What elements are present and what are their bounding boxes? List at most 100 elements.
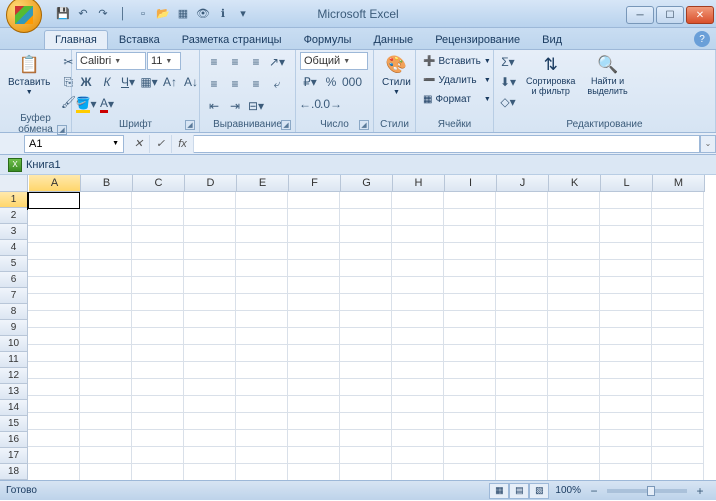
cell[interactable] xyxy=(80,396,132,413)
cell[interactable] xyxy=(600,243,652,260)
cell[interactable] xyxy=(444,379,496,396)
cell[interactable] xyxy=(184,413,236,430)
cell[interactable] xyxy=(184,260,236,277)
cell[interactable] xyxy=(236,396,288,413)
cell[interactable] xyxy=(80,430,132,447)
cell[interactable] xyxy=(496,294,548,311)
cell[interactable] xyxy=(600,277,652,294)
cell[interactable] xyxy=(392,362,444,379)
cell[interactable] xyxy=(288,396,340,413)
cell[interactable] xyxy=(652,209,704,226)
column-header[interactable]: L xyxy=(601,175,653,192)
cell[interactable] xyxy=(184,294,236,311)
cell[interactable] xyxy=(80,260,132,277)
cell[interactable] xyxy=(236,226,288,243)
cell[interactable] xyxy=(184,277,236,294)
cell[interactable] xyxy=(340,430,392,447)
cell[interactable] xyxy=(288,209,340,226)
cell[interactable] xyxy=(288,447,340,464)
cell[interactable] xyxy=(28,277,80,294)
cell[interactable] xyxy=(548,260,600,277)
open-icon[interactable]: 📂 xyxy=(154,5,172,23)
cell[interactable] xyxy=(444,345,496,362)
number-dialog-launcher[interactable]: ◢ xyxy=(359,120,369,130)
cell[interactable] xyxy=(184,345,236,362)
clear-icon[interactable]: ◇▾ xyxy=(498,92,518,112)
cell[interactable] xyxy=(80,328,132,345)
cell[interactable] xyxy=(600,447,652,464)
comma-icon[interactable]: 000 xyxy=(342,72,362,92)
cell[interactable] xyxy=(600,311,652,328)
cell[interactable] xyxy=(340,260,392,277)
cell[interactable] xyxy=(340,345,392,362)
zoom-level[interactable]: 100% xyxy=(555,485,581,496)
cell[interactable] xyxy=(132,345,184,362)
alignment-dialog-launcher[interactable]: ◢ xyxy=(281,120,291,130)
cell[interactable] xyxy=(652,345,704,362)
cell[interactable] xyxy=(28,447,80,464)
row-header[interactable]: 10 xyxy=(0,336,28,352)
cell[interactable] xyxy=(548,192,600,209)
bold-button[interactable]: Ж xyxy=(76,72,96,92)
cell[interactable] xyxy=(28,413,80,430)
cell[interactable] xyxy=(28,464,80,480)
cell[interactable] xyxy=(548,226,600,243)
find-select-button[interactable]: 🔍 Найти и выделить xyxy=(583,52,631,99)
cell[interactable] xyxy=(392,328,444,345)
cell[interactable] xyxy=(652,311,704,328)
cell[interactable] xyxy=(80,192,132,209)
undo-icon[interactable]: ↶ xyxy=(74,5,92,23)
cell[interactable] xyxy=(548,294,600,311)
help-icon[interactable]: ℹ xyxy=(214,5,232,23)
cell[interactable] xyxy=(236,192,288,209)
tab-formulas[interactable]: Формулы xyxy=(293,30,363,49)
row-header[interactable]: 13 xyxy=(0,384,28,400)
cell[interactable] xyxy=(28,192,80,209)
cell[interactable] xyxy=(548,396,600,413)
tab-insert[interactable]: Вставка xyxy=(108,30,171,49)
cell[interactable] xyxy=(496,192,548,209)
cell[interactable] xyxy=(392,260,444,277)
currency-icon[interactable]: ₽▾ xyxy=(300,72,320,92)
cell[interactable] xyxy=(496,328,548,345)
cell[interactable] xyxy=(444,447,496,464)
cell[interactable] xyxy=(28,328,80,345)
cell[interactable] xyxy=(132,260,184,277)
cell[interactable] xyxy=(392,277,444,294)
row-header[interactable]: 17 xyxy=(0,448,28,464)
zoom-thumb[interactable] xyxy=(647,486,655,496)
row-header[interactable]: 12 xyxy=(0,368,28,384)
cell[interactable] xyxy=(600,362,652,379)
cell[interactable] xyxy=(184,226,236,243)
cell[interactable] xyxy=(28,226,80,243)
cell[interactable] xyxy=(392,345,444,362)
cell[interactable] xyxy=(340,464,392,480)
cell[interactable] xyxy=(288,243,340,260)
cell[interactable] xyxy=(340,209,392,226)
cell[interactable] xyxy=(80,243,132,260)
cell[interactable] xyxy=(80,294,132,311)
cell[interactable] xyxy=(444,209,496,226)
cell[interactable] xyxy=(340,294,392,311)
cell[interactable] xyxy=(600,294,652,311)
cell[interactable] xyxy=(340,362,392,379)
cell[interactable] xyxy=(236,430,288,447)
cell[interactable] xyxy=(652,260,704,277)
zoom-out-icon[interactable]: − xyxy=(584,481,604,501)
row-header[interactable]: 5 xyxy=(0,256,28,272)
font-name-combo[interactable]: Calibri▼ xyxy=(76,52,146,70)
cell[interactable] xyxy=(496,209,548,226)
cell[interactable] xyxy=(132,396,184,413)
cell[interactable] xyxy=(652,379,704,396)
fontcolor-button[interactable]: A▾ xyxy=(97,94,117,114)
cell[interactable] xyxy=(652,277,704,294)
cell[interactable] xyxy=(132,192,184,209)
cell[interactable] xyxy=(288,192,340,209)
delete-cells-button[interactable]: ➖Удалить▼ xyxy=(420,71,494,90)
merge-icon[interactable]: ⊟▾ xyxy=(246,96,266,116)
column-header[interactable]: E xyxy=(237,175,289,192)
cell[interactable] xyxy=(28,396,80,413)
growfont-icon[interactable]: A↑ xyxy=(160,72,180,92)
cell[interactable] xyxy=(340,447,392,464)
decrease-decimal-icon[interactable]: .0→ xyxy=(321,94,341,114)
